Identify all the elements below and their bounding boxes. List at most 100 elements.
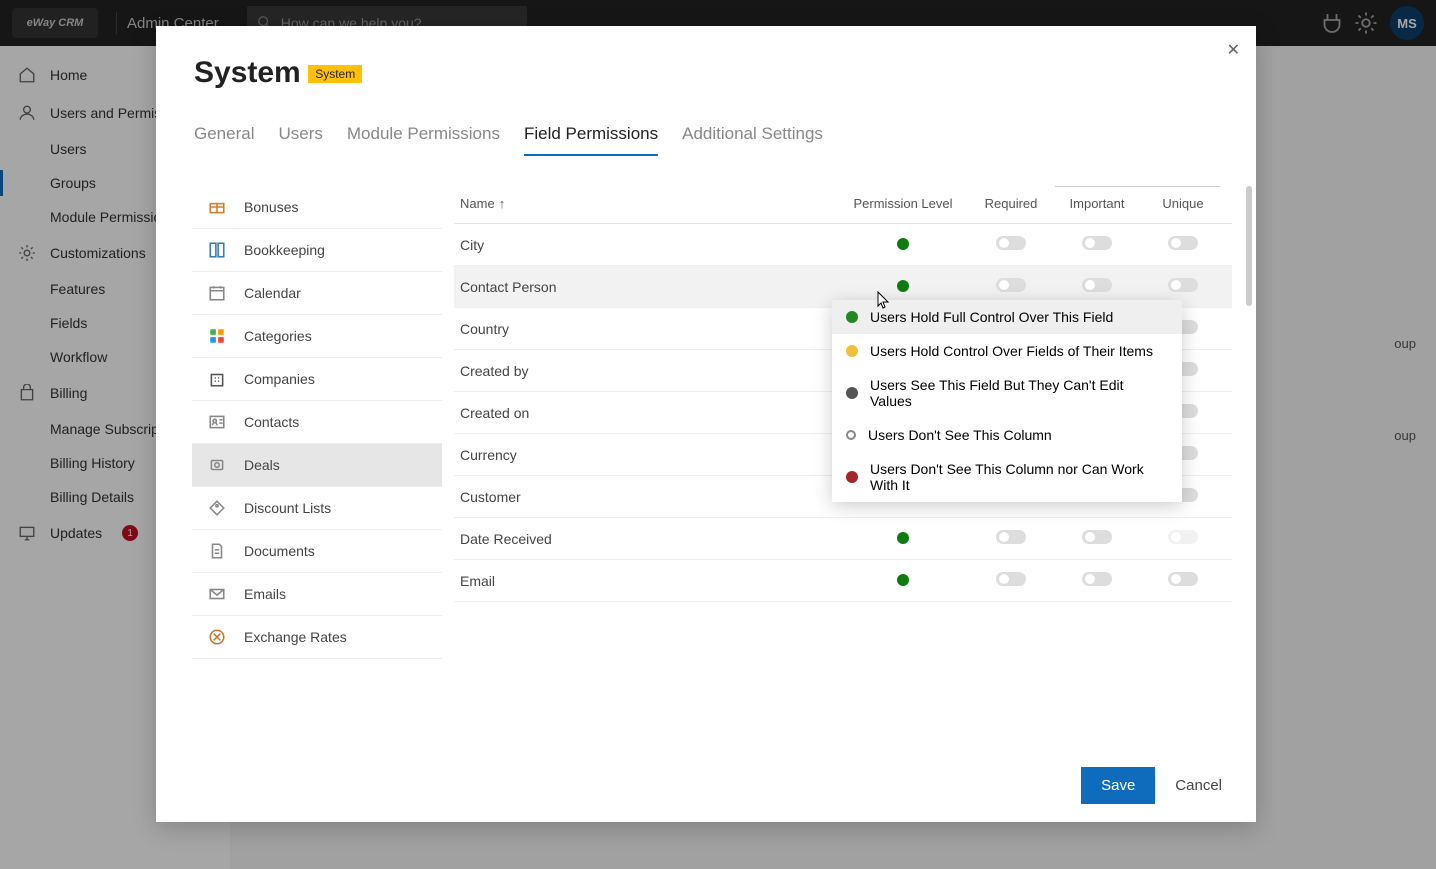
table-row: City [454,224,1232,266]
module-icon [208,198,226,216]
cancel-button[interactable]: Cancel [1175,777,1222,794]
field-name: Currency [460,447,838,463]
scrollbar[interactable] [1246,186,1252,306]
permission-option[interactable]: Users Don't See This Column nor Can Work… [832,452,1182,502]
module-label: Bonuses [244,199,298,215]
module-item[interactable]: Bookkeeping [192,229,442,272]
col-name[interactable]: Name ↑ [460,196,838,211]
permission-cell[interactable] [838,237,968,253]
tab-general[interactable]: General [194,118,254,156]
module-label: Discount Lists [244,500,331,516]
module-icon [208,499,226,517]
module-label: Categories [244,328,312,344]
option-dot-icon [846,345,858,357]
module-item[interactable]: Deals [192,444,442,487]
permission-dot[interactable] [897,574,909,586]
option-label: Users Don't See This Column [868,427,1052,443]
module-icon [208,370,226,388]
module-label: Calendar [244,285,301,301]
module-item[interactable]: Emails [192,573,442,616]
permission-dot[interactable] [897,532,909,544]
module-label: Exchange Rates [244,629,347,645]
module-icon [208,628,226,646]
option-dot-icon [846,387,858,399]
table-row: Email [454,560,1232,602]
unique-toggle[interactable] [1168,530,1198,544]
permission-dot[interactable] [897,238,909,250]
module-item[interactable]: Bonuses [192,186,442,229]
search-input[interactable] [1055,186,1220,187]
unique-toggle[interactable] [1168,236,1198,250]
modal-footer: Save Cancel [156,749,1256,822]
table-row: Date Received [454,518,1232,560]
module-label: Bookkeeping [244,242,325,258]
module-label: Companies [244,371,315,387]
required-toggle[interactable] [996,236,1026,250]
field-name: Created on [460,405,838,421]
module-item[interactable]: Contacts [192,401,442,444]
module-icon [208,542,226,560]
tabs: General Users Module Permissions Field P… [156,118,1256,156]
option-dot-icon [846,311,858,323]
module-icon [208,585,226,603]
permission-cell[interactable] [838,279,968,295]
module-label: Documents [244,543,315,559]
module-item[interactable]: Discount Lists [192,487,442,530]
module-icon [208,327,226,345]
module-item[interactable]: Companies [192,358,442,401]
module-icon [208,284,226,302]
important-toggle[interactable] [1082,236,1112,250]
unique-toggle[interactable] [1168,572,1198,586]
col-permission-level[interactable]: Permission Level [838,196,968,211]
unique-toggle[interactable] [1168,278,1198,292]
option-dot-icon [846,471,858,483]
table-header: Name ↑ Permission Level Required Importa… [454,186,1232,224]
permission-option[interactable]: Users Don't See This Column [832,418,1182,452]
option-label: Users Hold Control Over Fields of Their … [870,343,1153,359]
option-label: Users Don't See This Column nor Can Work… [870,461,1168,493]
col-unique[interactable]: Unique [1140,196,1226,211]
module-icon [208,413,226,431]
role-badge: System [308,65,362,83]
permission-option[interactable]: Users Hold Control Over Fields of Their … [832,334,1182,368]
permission-cell[interactable] [838,573,968,589]
important-toggle[interactable] [1082,572,1112,586]
option-label: Users Hold Full Control Over This Field [870,309,1113,325]
permission-option[interactable]: Users Hold Full Control Over This Field [832,300,1182,334]
tab-field-permissions[interactable]: Field Permissions [524,118,658,156]
tab-users[interactable]: Users [278,118,322,156]
permission-dot[interactable] [897,280,909,292]
close-icon[interactable]: ✕ [1227,40,1240,60]
field-panel: Name ↑ Permission Level Required Importa… [442,186,1256,749]
save-button[interactable]: Save [1081,767,1155,804]
module-icon [208,456,226,474]
permission-cell[interactable] [838,531,968,547]
required-toggle[interactable] [996,572,1026,586]
module-item[interactable]: Categories [192,315,442,358]
field-name: Email [460,573,838,589]
required-toggle[interactable] [996,278,1026,292]
permission-option[interactable]: Users See This Field But They Can't Edit… [832,368,1182,418]
module-icon [208,241,226,259]
col-required[interactable]: Required [968,196,1054,211]
col-important[interactable]: Important [1054,196,1140,211]
modal-body: Bonuses Bookkeeping Calendar Categories Comp… [156,156,1256,749]
important-toggle[interactable] [1082,530,1112,544]
page-title: System [194,56,301,90]
field-name: Date Received [460,531,838,547]
module-label: Deals [244,457,280,473]
tab-module-permissions[interactable]: Module Permissions [347,118,500,156]
tab-additional-settings[interactable]: Additional Settings [682,118,823,156]
modal: ✕ System System General Users Module Per… [156,26,1256,822]
module-item[interactable]: Exchange Rates [192,616,442,659]
field-name: Country [460,321,838,337]
sort-asc-icon: ↑ [499,196,506,211]
field-name: Contact Person [460,279,838,295]
option-label: Users See This Field But They Can't Edit… [870,377,1168,409]
important-toggle[interactable] [1082,278,1112,292]
required-toggle[interactable] [996,530,1026,544]
field-name: Created by [460,363,838,379]
field-name: City [460,237,838,253]
module-item[interactable]: Documents [192,530,442,573]
module-item[interactable]: Calendar [192,272,442,315]
